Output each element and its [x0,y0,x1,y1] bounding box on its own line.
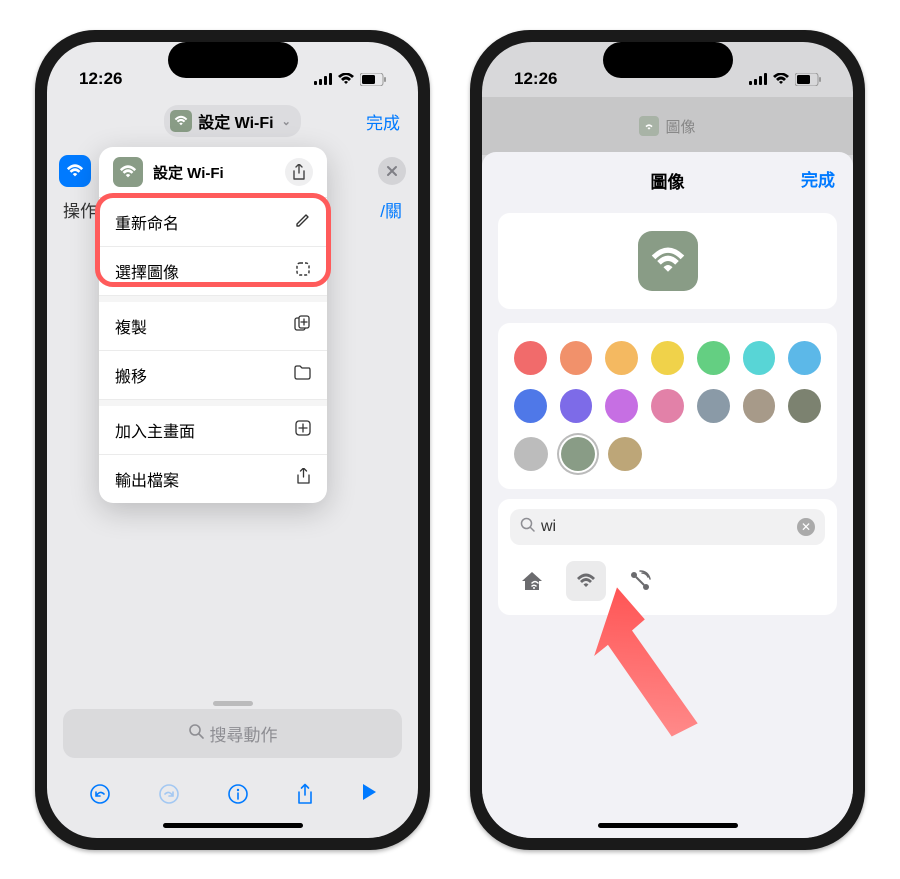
menu-export[interactable]: 輸出檔案 [99,455,327,503]
menu-add-home[interactable]: 加入主畫面 [99,406,327,455]
battery-icon [360,69,386,89]
info-icon[interactable] [227,783,249,810]
screen: 12:26 圖像 圖像 完成 [482,42,853,838]
dynamic-island [603,42,733,78]
color-swatch[interactable] [697,341,730,375]
color-swatch[interactable] [697,389,730,423]
color-palette [498,323,837,489]
color-swatch[interactable] [608,437,642,471]
menu-export-label: 輸出檔案 [115,467,179,491]
wifi-icon [113,157,143,187]
color-swatch[interactable] [651,389,684,423]
context-menu-header: 設定 Wi-Fi [99,147,327,198]
square-dashed-icon [295,261,311,282]
menu-duplicate-label: 複製 [115,314,147,338]
color-swatch[interactable] [605,341,638,375]
clear-icon[interactable]: ✕ [797,518,815,536]
preview-wifi-icon [638,231,698,291]
glyph-results [510,557,825,605]
wifi-icon [337,69,355,89]
wifi-icon [772,69,790,89]
grabber[interactable] [213,701,253,706]
status-time: 12:26 [514,69,557,89]
home-indicator [163,823,303,828]
battery-icon [795,69,821,89]
context-menu: 設定 Wi-Fi 重新命名 選擇圖像 複製 [99,147,327,503]
search-placeholder: 搜尋動作 [210,721,278,746]
phone-left: 12:26 設定 Wi-Fi ⌄ 完成 [35,30,430,850]
cellular-icon [749,69,767,89]
search-value: wi [541,518,556,536]
search-actions[interactable]: 搜尋動作 [63,709,402,758]
folder-icon [294,365,311,385]
glyph-wifi[interactable] [566,561,606,601]
redo-icon[interactable] [158,783,180,810]
menu-duplicate[interactable]: 複製 [99,302,327,351]
color-swatch[interactable] [605,389,638,423]
menu-add-home-label: 加入主畫面 [115,418,195,442]
glyph-home-wifi[interactable] [512,561,552,601]
toggle-link[interactable]: /關 [380,197,402,222]
chevron-down-icon: ⌄ [282,115,291,128]
wifi-action-icon[interactable] [59,155,91,187]
plus-square-icon [295,420,311,441]
color-swatch[interactable] [560,341,593,375]
actions-label: 操作 [63,197,97,222]
share-icon[interactable] [296,783,314,810]
done-button[interactable]: 完成 [366,109,400,134]
color-swatch[interactable] [514,389,547,423]
glyph-search-input[interactable]: wi ✕ [510,509,825,545]
color-swatch[interactable] [788,389,821,423]
magnifier-icon [188,723,204,744]
context-menu-title: 設定 Wi-Fi [153,162,224,183]
color-swatch[interactable] [514,437,548,471]
wifi-icon [639,116,659,136]
editor-body: 操作 /關 設定 Wi-Fi 重新 [47,147,418,230]
color-swatch[interactable] [743,341,776,375]
cellular-icon [314,69,332,89]
menu-move-label: 搬移 [115,363,147,387]
menu-rename-label: 重新命名 [115,210,179,234]
color-swatch[interactable] [651,341,684,375]
dimmed-background-header: 圖像 [482,97,853,155]
menu-rename[interactable]: 重新命名 [99,198,327,247]
color-swatch[interactable] [743,389,776,423]
share-icon[interactable] [285,158,313,186]
color-swatch[interactable] [561,437,595,471]
header: 設定 Wi-Fi ⌄ 完成 [47,97,418,147]
bottom-toolbar [47,771,418,822]
glyph-search-card: wi ✕ [498,499,837,615]
color-swatch[interactable] [788,341,821,375]
glyph-satellite[interactable] [620,561,660,601]
image-picker-sheet: 圖像 完成 wi ✕ [482,152,853,838]
close-icon[interactable] [378,157,406,185]
done-button[interactable]: 完成 [801,166,835,191]
shortcut-title-chip[interactable]: 設定 Wi-Fi ⌄ [164,105,301,137]
sheet-header: 圖像 完成 [482,166,853,207]
pencil-icon [295,212,311,233]
status-indicators [749,69,821,89]
export-icon [296,468,311,490]
wifi-icon [170,110,192,132]
title-text: 設定 Wi-Fi [198,109,273,133]
dim-title: 圖像 [665,116,695,137]
home-indicator [598,823,738,828]
status-time: 12:26 [79,69,122,89]
screen: 12:26 設定 Wi-Fi ⌄ 完成 [47,42,418,838]
dynamic-island [168,42,298,78]
phone-right: 12:26 圖像 圖像 完成 [470,30,865,850]
status-indicators [314,69,386,89]
play-icon[interactable] [361,783,377,810]
menu-move[interactable]: 搬移 [99,351,327,400]
sheet-title: 圖像 [651,168,685,193]
menu-choose-image[interactable]: 選擇圖像 [99,247,327,296]
duplicate-icon [294,315,311,337]
color-swatch[interactable] [560,389,593,423]
color-swatch[interactable] [514,341,547,375]
undo-icon[interactable] [89,783,111,810]
preview-card [498,213,837,309]
magnifier-icon [520,517,535,537]
menu-choose-image-label: 選擇圖像 [115,259,179,283]
